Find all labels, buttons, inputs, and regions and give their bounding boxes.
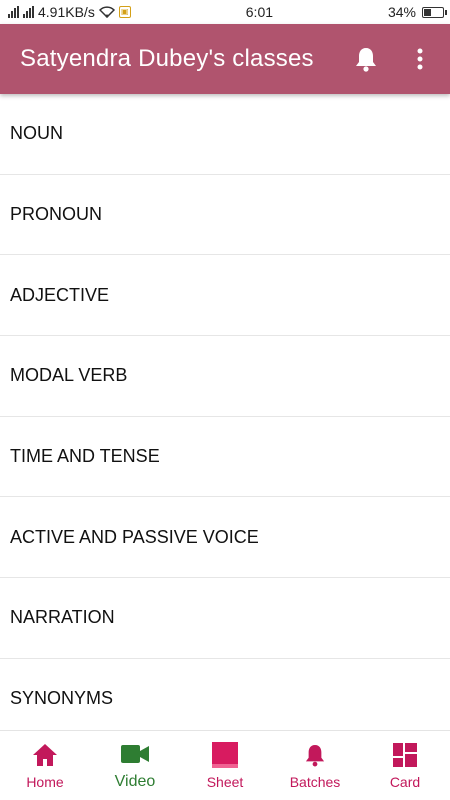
signal-icon xyxy=(8,6,19,18)
list-item[interactable]: NARRATION xyxy=(0,578,450,659)
nav-sheet[interactable]: Sheet xyxy=(185,741,265,790)
status-time: 6:01 xyxy=(245,4,274,20)
wifi-icon xyxy=(98,6,115,18)
list-item[interactable]: NOUN xyxy=(0,94,450,175)
status-left: 4.91KB/s ▣ xyxy=(8,4,131,20)
list-item[interactable]: ACTIVE AND PASSIVE VOICE xyxy=(0,497,450,579)
bell-icon xyxy=(356,48,376,72)
nav-label-home: Home xyxy=(26,773,64,790)
status-bar: 4.91KB/s ▣ 6:01 34% xyxy=(0,0,450,24)
network-speed: 4.91KB/s xyxy=(38,4,95,20)
nav-batches[interactable]: Batches xyxy=(275,742,355,790)
list-item[interactable]: SYNONYMS xyxy=(0,659,450,740)
nav-label-batches: Batches xyxy=(289,773,341,790)
list-item[interactable]: TIME AND TENSE xyxy=(0,417,450,498)
app-actions xyxy=(354,45,432,73)
more-vertical-icon xyxy=(417,48,423,70)
nav-card[interactable]: Card xyxy=(365,742,445,790)
app-bar: Satyendra Dubey's classes xyxy=(0,24,450,94)
list-item[interactable]: MODAL VERB xyxy=(0,336,450,417)
battery-percent: 34% xyxy=(387,4,416,20)
nav-home[interactable]: Home xyxy=(5,742,85,790)
nav-label-card: Card xyxy=(389,773,421,790)
nav-label-sheet: Sheet xyxy=(206,773,244,790)
app-title: Satyendra Dubey's classes xyxy=(20,45,314,72)
topic-list: NOUN PRONOUN ADJECTIVE MODAL VERB TIME AND T… xyxy=(0,94,450,740)
home-icon xyxy=(32,742,58,768)
list-item[interactable]: ADJECTIVE xyxy=(0,255,450,337)
list-item[interactable]: PRONOUN xyxy=(0,175,450,256)
sheet-icon xyxy=(212,741,238,768)
overflow-menu-button[interactable] xyxy=(408,45,432,73)
battery-icon xyxy=(421,6,447,18)
status-right: 34% xyxy=(387,4,447,20)
bottom-nav: Home Video Sheet Batches Card xyxy=(0,730,450,800)
battery-level xyxy=(423,8,431,16)
notification-icon: ▣ xyxy=(118,6,131,18)
video-camera-icon xyxy=(121,741,149,767)
notifications-button[interactable] xyxy=(354,45,378,73)
bell-icon xyxy=(305,742,325,768)
nav-video[interactable]: Video xyxy=(95,741,175,791)
nav-label-video: Video xyxy=(114,772,156,790)
signal-icon-2 xyxy=(23,6,34,18)
dashboard-icon xyxy=(393,742,417,768)
